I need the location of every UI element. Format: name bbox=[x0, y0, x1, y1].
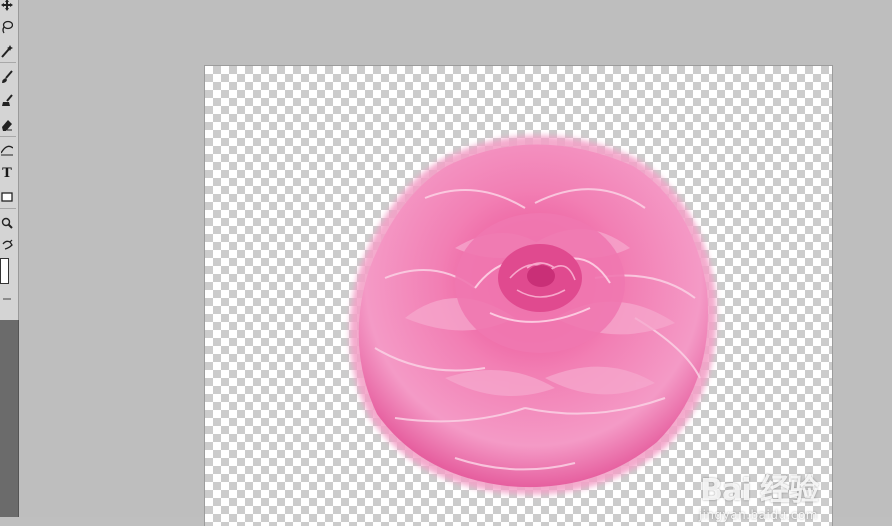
type-tool-icon[interactable]: T bbox=[0, 164, 14, 182]
watermark-url: jingyan.baidu.com bbox=[698, 508, 818, 522]
foreground-color-swatch[interactable] bbox=[0, 258, 9, 284]
lasso-icon[interactable] bbox=[0, 18, 14, 36]
photoshop-workspace: T Bai 经验 jingyan.baidu.com bbox=[0, 0, 892, 526]
tools-panel-bottom bbox=[0, 320, 19, 517]
toolbar-divider bbox=[0, 62, 16, 63]
hand-icon[interactable] bbox=[0, 236, 14, 254]
toolbar-divider bbox=[0, 208, 16, 209]
brush-icon[interactable] bbox=[0, 68, 14, 86]
camellia-flower-image bbox=[349, 135, 717, 495]
toolbar-divider bbox=[0, 136, 16, 137]
eraser-icon[interactable] bbox=[0, 116, 14, 134]
magic-wand-icon[interactable] bbox=[0, 42, 14, 60]
shape-icon[interactable] bbox=[0, 188, 14, 206]
zoom-icon[interactable] bbox=[0, 214, 14, 232]
clone-stamp-icon[interactable] bbox=[0, 92, 14, 110]
pen-icon[interactable] bbox=[0, 140, 14, 158]
document-canvas[interactable]: Bai 经验 jingyan.baidu.com bbox=[205, 66, 832, 526]
quick-mask-icon[interactable] bbox=[0, 290, 14, 308]
move-icon[interactable] bbox=[0, 0, 14, 14]
tools-panel: T bbox=[0, 0, 19, 320]
